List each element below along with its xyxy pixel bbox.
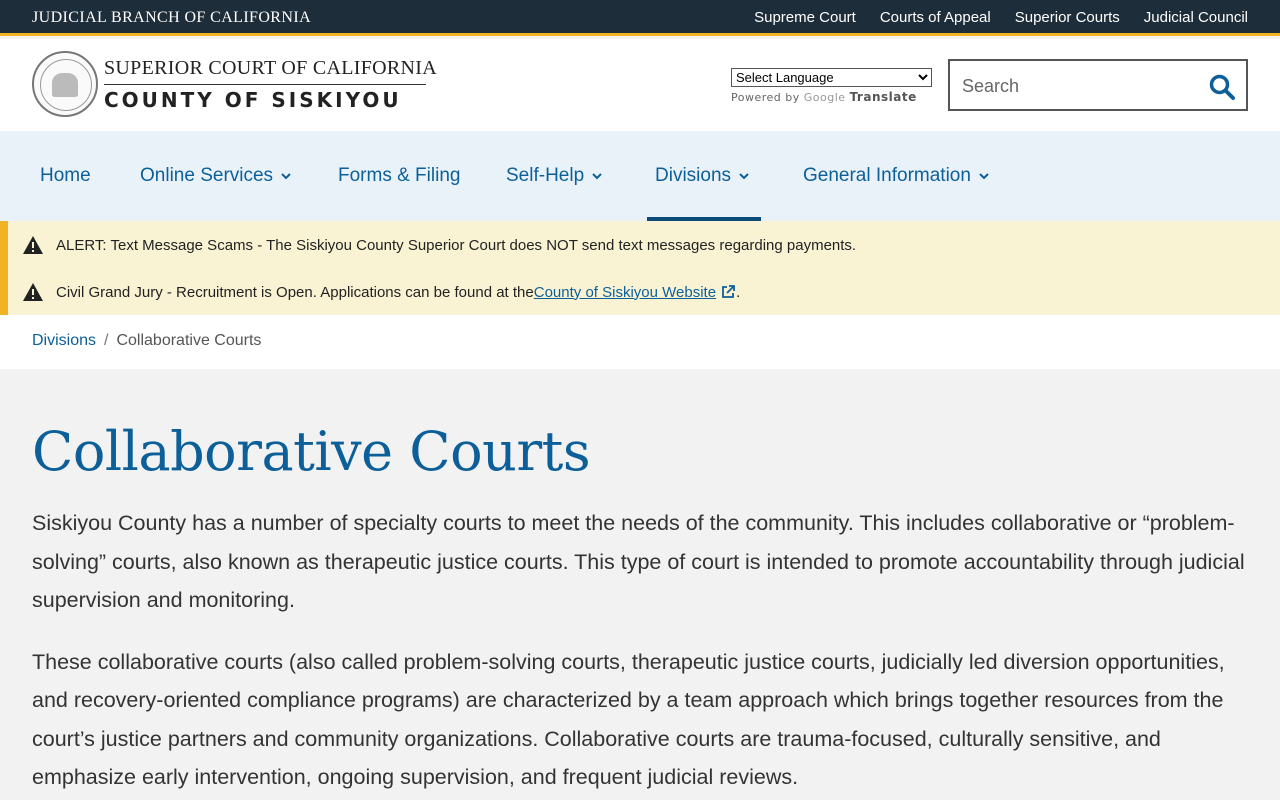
- main-content: Collaborative Courts Siskiyou County has…: [32, 369, 1248, 797]
- top-links: Supreme Court Courts of Appeal Superior …: [754, 9, 1248, 26]
- nav-home[interactable]: Home: [40, 131, 91, 221]
- search-input[interactable]: [962, 73, 1202, 99]
- warning-icon: [23, 283, 43, 301]
- intro-paragraph: Siskiyou County has a number of specialt…: [32, 511, 1245, 612]
- court-name-divider: [104, 84, 426, 85]
- nav-forms-filing[interactable]: Forms & Filing: [338, 131, 460, 221]
- nav-forms-filing-label: Forms & Filing: [338, 165, 461, 186]
- search-icon[interactable]: [1208, 73, 1236, 101]
- nav-home-label: Home: [40, 165, 91, 186]
- google-translate-widget: Select Language Powered by Google Transl…: [731, 68, 932, 104]
- translate-link[interactable]: Translate: [850, 90, 917, 104]
- judicial-branch-link[interactable]: JUDICIAL BRANCH OF CALIFORNIA: [32, 9, 311, 27]
- page-title: Collaborative Courts: [32, 420, 591, 483]
- warning-icon: [23, 236, 43, 254]
- county-website-link[interactable]: County of Siskiyou Website: [534, 284, 716, 301]
- description-paragraph: These collaborative courts (also called …: [32, 649, 1225, 790]
- alert-text: ALERT: Text Message Scams - The Siskiyou…: [56, 236, 857, 254]
- nav-general-information[interactable]: General Information: [803, 131, 989, 221]
- court-name-line2: COUNTY OF SISKIYOU: [104, 88, 402, 112]
- chevron-down-icon: [739, 173, 749, 180]
- alert-text-scams: ALERT: Text Message Scams - The Siskiyou…: [22, 235, 856, 255]
- court-name-line1: SUPERIOR COURT OF CALIFORNIA: [104, 57, 437, 79]
- google-logo: Google: [803, 91, 846, 104]
- breadcrumb: Divisions / Collaborative Courts: [0, 315, 1280, 369]
- breadcrumb-separator: /: [104, 332, 109, 349]
- chevron-down-icon: [281, 173, 291, 180]
- judicial-council-link[interactable]: Judicial Council: [1144, 9, 1248, 26]
- judicial-branch-bar: JUDICIAL BRANCH OF CALIFORNIA Supreme Co…: [0, 0, 1280, 36]
- alert-text: Civil Grand Jury - Recruitment is Open. …: [56, 283, 534, 301]
- courts-of-appeal-link[interactable]: Courts of Appeal: [880, 9, 991, 26]
- language-select[interactable]: Select Language: [731, 68, 932, 87]
- nav-divisions-label: Divisions: [655, 165, 732, 186]
- breadcrumb-current: Collaborative Courts: [116, 332, 262, 349]
- breadcrumb-trail: Divisions / Collaborative Courts: [32, 332, 261, 350]
- powered-by-label: Powered by: [731, 91, 800, 104]
- nav-general-information-label: General Information: [803, 165, 971, 186]
- alert-trailing-period: .: [736, 283, 741, 301]
- alert-grand-jury: Civil Grand Jury - Recruitment is Open. …: [22, 282, 740, 302]
- nav-online-services[interactable]: Online Services: [140, 131, 291, 221]
- powered-by-google: Powered by Google Translate: [731, 90, 932, 104]
- supreme-court-link[interactable]: Supreme Court: [754, 9, 856, 26]
- chevron-down-icon: [592, 173, 602, 180]
- alert-banner: ALERT: Text Message Scams - The Siskiyou…: [0, 221, 1280, 315]
- nav-self-help-label: Self-Help: [506, 165, 585, 186]
- nav-divisions[interactable]: Divisions: [646, 131, 762, 221]
- superior-courts-link[interactable]: Superior Courts: [1015, 9, 1120, 26]
- court-name-logo[interactable]: SUPERIOR COURT OF CALIFORNIA COUNTY OF S…: [104, 57, 437, 112]
- nav-online-services-label: Online Services: [140, 165, 274, 186]
- breadcrumb-divisions-link[interactable]: Divisions: [32, 332, 96, 350]
- site-header: SUPERIOR COURT OF CALIFORNIA COUNTY OF S…: [0, 39, 1280, 131]
- search-box: [948, 59, 1248, 111]
- court-seal-logo[interactable]: [32, 51, 98, 117]
- main-navigation: Home Online Services Forms & Filing Self…: [0, 131, 1280, 221]
- chevron-down-icon: [979, 173, 989, 180]
- external-link-icon[interactable]: [720, 284, 736, 300]
- nav-self-help[interactable]: Self-Help: [506, 131, 602, 221]
